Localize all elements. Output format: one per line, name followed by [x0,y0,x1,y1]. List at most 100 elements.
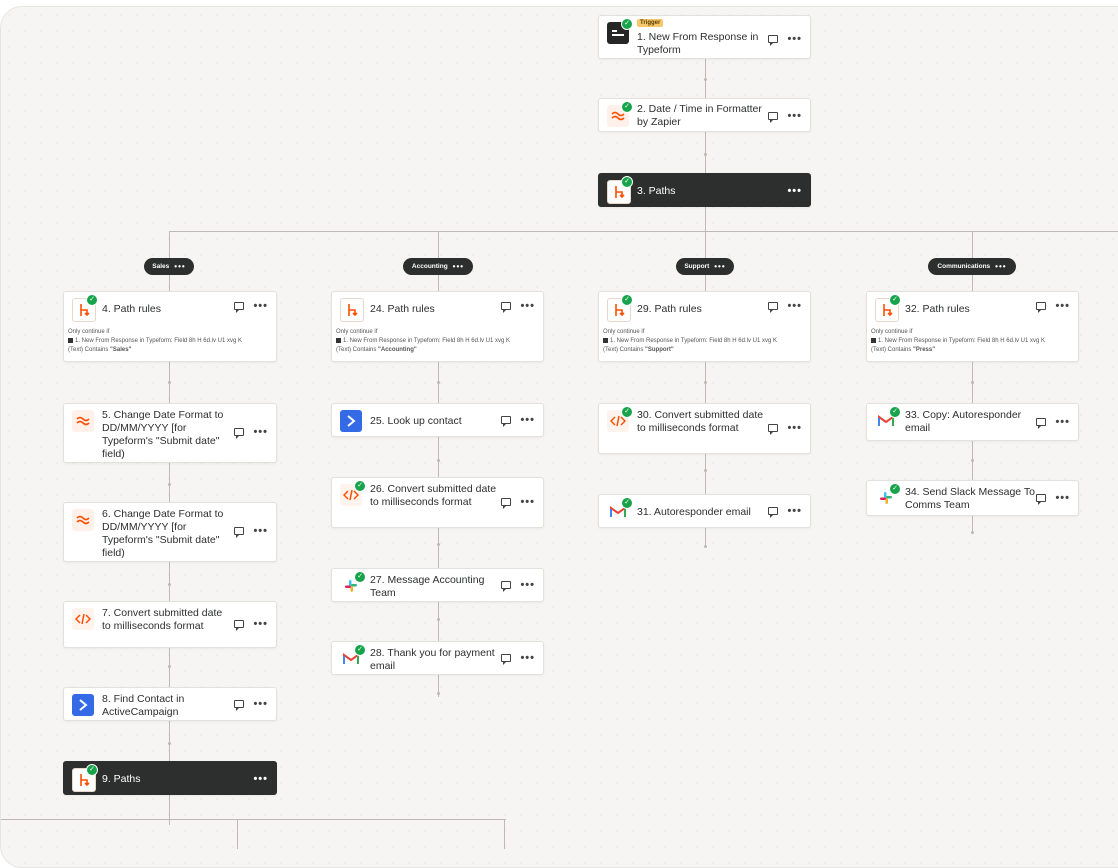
success-check-icon: ✓ [86,764,98,776]
step-8-activecampaign[interactable]: 8. Find Contact in ActiveCampaign ••• [63,687,277,721]
typeform-icon [871,337,876,343]
step-title: 2. Date / Time in Formatter by Zapier [637,103,762,128]
step-30-code[interactable]: ✓ 30. Convert submitted date to millisec… [598,403,811,454]
step-title: 33. Copy: Autoresponder email [905,409,1022,434]
comment-icon[interactable] [501,654,512,665]
more-options-icon[interactable]: ••• [520,301,535,312]
step-title: 30. Convert submitted date to millisecon… [637,409,764,434]
more-options-icon[interactable]: ••• [787,301,802,312]
rule-field: 1. New From Response in Typeform: Field … [343,338,510,344]
comment-icon[interactable] [768,112,779,123]
more-options-icon[interactable]: ••• [520,497,535,508]
comment-icon[interactable] [1036,302,1047,313]
step-6-formatter[interactable]: 6. Change Date Format to DD/MM/YYYY [for… [63,502,277,562]
step-title: 25. Look up contact [370,415,462,427]
branch-sales[interactable]: Sales ••• [144,258,194,275]
comment-icon[interactable] [501,581,512,592]
code-icon [72,608,94,630]
comment-icon[interactable] [1036,418,1047,429]
rule-condition: (Text) Contains [603,347,644,353]
step-5-formatter[interactable]: 5. Change Date Format to DD/MM/YYYY [for… [63,403,277,463]
formatter-icon [72,410,94,432]
path-rule-summary: Only continue if 1. New From Response in… [871,328,1074,355]
comment-icon[interactable] [768,424,779,435]
path-rule-summary: Only continue if 1. New From Response in… [336,328,539,355]
step-title: 4. Path rules [102,303,161,315]
step-title: 26. Convert submitted date to millisecon… [370,483,497,508]
branch-support[interactable]: Support ••• [676,258,734,275]
more-options-icon[interactable]: ••• [520,580,535,591]
more-options-icon[interactable]: ••• [714,262,725,271]
rule-field: 1. New From Response in Typeform: Field … [610,338,777,344]
step-28-gmail[interactable]: ✓ 28. Thank you for payment email ••• [331,641,544,675]
rule-value: "Accounting" [378,347,417,353]
more-options-icon[interactable]: ••• [520,653,535,664]
step-25-activecampaign[interactable]: 25. Look up contact ••• [331,403,544,437]
rule-field: 1. New From Response in Typeform: Field … [878,338,1045,344]
rule-prefix: Only continue if [603,329,645,335]
step-2-formatter[interactable]: ✓ 2. Date / Time in Formatter by Zapier … [598,98,811,132]
step-title: 6. Change Date Format to DD/MM/YYYY [for… [102,508,224,559]
step-33-gmail[interactable]: ✓ 33. Copy: Autoresponder email ••• [866,403,1079,441]
step-32-path-rules[interactable]: ✓ 32. Path rules ••• Only continue if 1.… [866,291,1079,362]
step-24-path-rules[interactable]: 24. Path rules ••• Only continue if 1. N… [331,291,544,362]
step-29-path-rules[interactable]: ✓ 29. Path rules ••• Only continue if 1.… [598,291,811,362]
more-options-icon[interactable]: ••• [520,415,535,426]
more-options-icon[interactable]: ••• [787,186,802,197]
more-options-icon[interactable]: ••• [453,262,464,271]
comment-icon[interactable] [501,416,512,427]
branch-communications[interactable]: Communications ••• [928,258,1016,275]
comment-icon[interactable] [234,428,245,439]
more-options-icon[interactable]: ••• [787,34,802,45]
more-options-icon[interactable]: ••• [253,619,268,630]
success-check-icon: ✓ [354,480,366,492]
more-options-icon[interactable]: ••• [995,262,1006,271]
branch-label: Sales [152,263,170,270]
step-7-code[interactable]: 7. Convert submitted date to millisecond… [63,601,277,648]
step-title: 28. Thank you for payment email [370,647,495,672]
more-options-icon[interactable]: ••• [1055,417,1070,428]
more-options-icon[interactable]: ••• [253,774,268,785]
comment-icon[interactable] [234,302,245,313]
step-title: 5. Change Date Format to DD/MM/YYYY [for… [102,409,224,460]
success-check-icon: ✓ [889,294,901,306]
more-options-icon[interactable]: ••• [253,301,268,312]
branch-accounting[interactable]: Accounting ••• [403,258,473,275]
step-9-paths[interactable]: ✓ 9. Paths ••• [63,761,277,795]
step-3-paths[interactable]: ✓ 3. Paths ••• [598,173,811,207]
success-check-icon: ✓ [621,101,633,113]
step-1-trigger[interactable]: ✓ Trigger 1. New From Response in Typefo… [598,15,811,59]
typeform-icon [68,337,73,343]
step-31-gmail[interactable]: ✓ 31. Autoresponder email ••• [598,494,811,528]
comment-icon[interactable] [768,35,779,46]
more-options-icon[interactable]: ••• [174,262,185,271]
success-check-icon: ✓ [621,294,633,306]
branch-label: Support [684,263,710,270]
comment-icon[interactable] [1036,494,1047,505]
rule-field: 1. New From Response in Typeform: Field … [75,338,242,344]
rule-condition: (Text) Contains [68,347,109,353]
step-34-slack[interactable]: ✓ 34. Send Slack Message To Comms Team •… [866,480,1079,516]
comment-icon[interactable] [234,620,245,631]
zap-editor-canvas[interactable]: ✓ Trigger 1. New From Response in Typefo… [0,6,1118,868]
comment-icon[interactable] [501,302,512,313]
step-title: 31. Autoresponder email [637,506,751,518]
step-26-code[interactable]: ✓ 26. Convert submitted date to millisec… [331,477,544,528]
step-4-path-rules[interactable]: ✓ 4. Path rules ••• Only continue if 1. … [63,291,277,362]
more-options-icon[interactable]: ••• [787,423,802,434]
step-title: 32. Path rules [905,303,970,315]
step-27-slack[interactable]: ✓ 27. Message Accounting Team ••• [331,568,544,602]
comment-icon[interactable] [234,527,245,538]
more-options-icon[interactable]: ••• [253,427,268,438]
success-check-icon: ✓ [621,406,633,418]
more-options-icon[interactable]: ••• [1055,493,1070,504]
comment-icon[interactable] [234,700,245,711]
comment-icon[interactable] [768,507,779,518]
more-options-icon[interactable]: ••• [1055,301,1070,312]
more-options-icon[interactable]: ••• [253,699,268,710]
comment-icon[interactable] [501,498,512,509]
more-options-icon[interactable]: ••• [253,526,268,537]
more-options-icon[interactable]: ••• [787,506,802,517]
more-options-icon[interactable]: ••• [787,111,802,122]
comment-icon[interactable] [768,302,779,313]
